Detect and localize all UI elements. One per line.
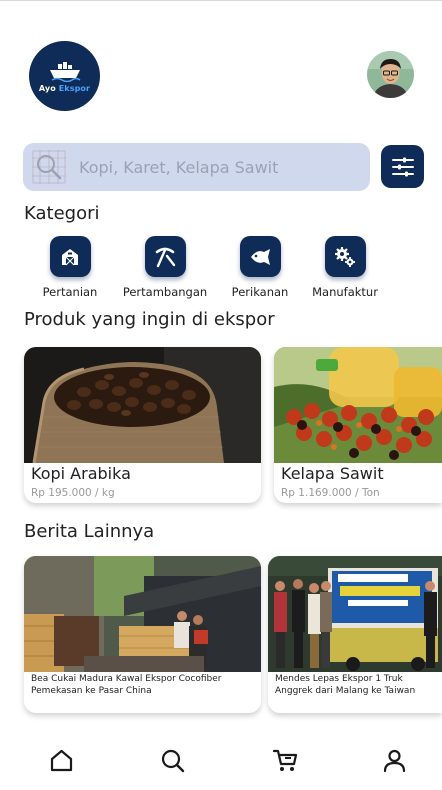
search-icon — [161, 749, 184, 772]
fish-icon — [251, 248, 270, 265]
nav-cart[interactable] — [272, 747, 298, 773]
section-title-produk: Produk yang ingin di ekspor — [24, 309, 275, 330]
product-price: Rp 1.169.000 / Ton — [281, 487, 380, 499]
top-divider — [0, 0, 442, 1]
ship-icon — [49, 61, 80, 82]
pickaxe-icon — [155, 247, 176, 267]
gears-icon — [335, 246, 355, 267]
category-label: Perikanan — [231, 285, 289, 299]
profile-icon — [383, 749, 405, 772]
category-pertanian[interactable]: Pertanian — [43, 236, 97, 299]
bottom-navigation — [0, 733, 442, 790]
category-perikanan[interactable]: Perikanan — [231, 236, 289, 299]
category-label: Manufaktur — [312, 285, 378, 299]
news-headline: Bea Cukai Madura Kawal Ekspor Cocofiber … — [31, 674, 222, 696]
news-image-cocofiber — [24, 556, 261, 672]
nav-home[interactable] — [48, 747, 74, 773]
category-pertambangan[interactable]: Pertambangan — [122, 236, 208, 299]
barn-icon — [62, 248, 78, 265]
nav-search[interactable] — [159, 747, 185, 773]
logo-text: Ayo Ekspor — [38, 83, 91, 93]
avatar[interactable] — [367, 51, 414, 98]
product-card-sawit[interactable]: Kelapa Sawit Rp 1.169.000 / Ton — [274, 347, 442, 503]
news-card-cocofiber[interactable]: Bea Cukai Madura Kawal Ekspor Cocofiber … — [24, 556, 261, 713]
news-headline: Mendes Lepas Ekspor 1 Truk Anggrek dari … — [275, 674, 416, 696]
product-card-kopi[interactable]: Kopi Arabika Rp 195.000 / kg — [24, 347, 261, 503]
cart-icon — [272, 749, 297, 771]
search-bar[interactable]: Kopi, Karet, Kelapa Sawit — [23, 143, 370, 191]
news-image-anggrek — [268, 556, 442, 672]
category-label: Pertambangan — [122, 285, 208, 299]
news-card-anggrek[interactable]: Mendes Lepas Ekspor 1 Truk Anggrek dari … — [268, 556, 442, 713]
search-icon — [32, 150, 66, 184]
sliders-icon — [391, 157, 414, 176]
section-title-berita: Berita Lainnya — [24, 521, 155, 542]
product-image-coffee — [24, 347, 261, 463]
nav-profile[interactable] — [381, 747, 407, 773]
filter-button[interactable] — [381, 145, 424, 188]
product-name: Kelapa Sawit — [281, 464, 384, 483]
home-icon — [50, 749, 72, 771]
category-label: Pertanian — [42, 285, 98, 299]
section-title-kategori: Kategori — [24, 203, 100, 224]
product-price: Rp 195.000 / kg — [31, 487, 115, 499]
category-manufaktur[interactable]: Manufaktur — [312, 236, 378, 299]
app-logo[interactable]: Ayo Ekspor — [29, 41, 100, 111]
product-image-palm-oil — [274, 347, 442, 463]
product-name: Kopi Arabika — [31, 464, 131, 483]
search-input[interactable]: Kopi, Karet, Kelapa Sawit — [79, 158, 278, 177]
